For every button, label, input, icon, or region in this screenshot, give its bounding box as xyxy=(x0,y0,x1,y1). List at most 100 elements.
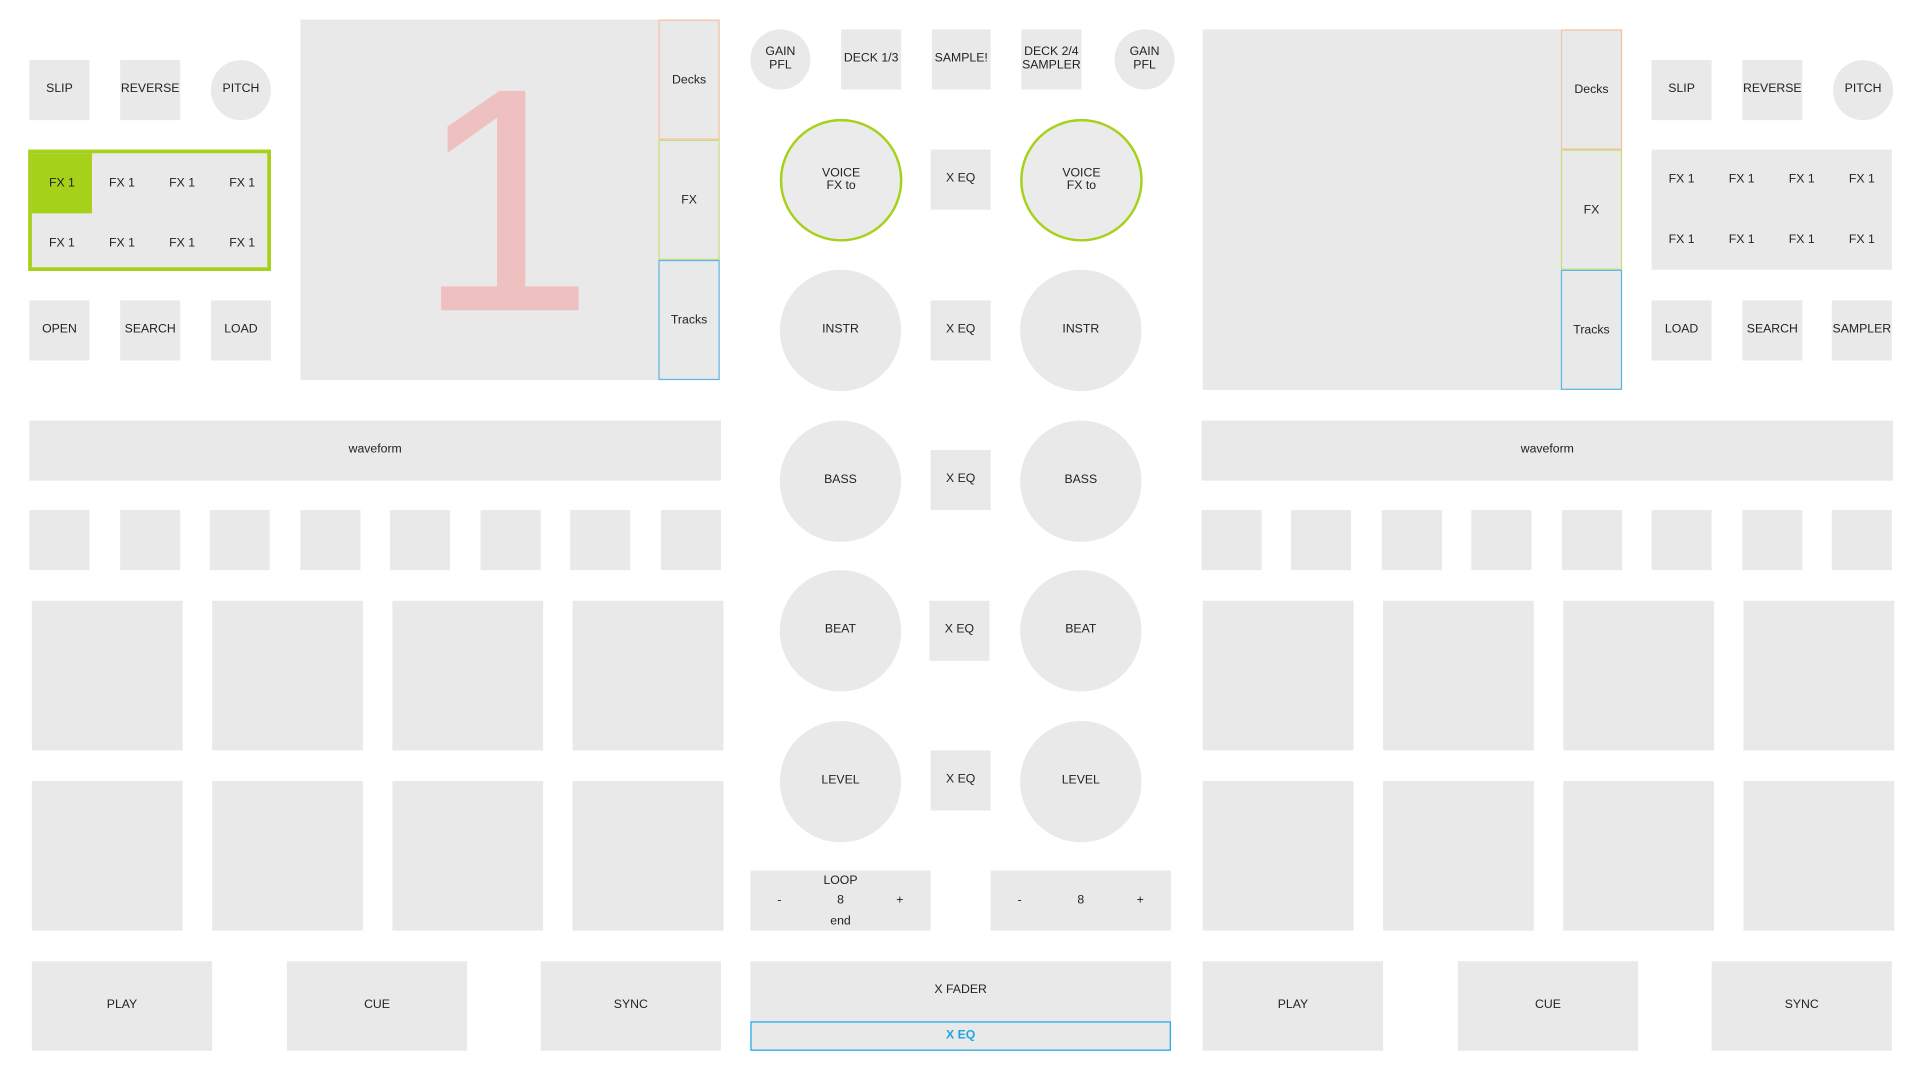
hotcue-button[interactable] xyxy=(570,510,631,571)
voice-fx-knob-left[interactable]: VOICE FX to xyxy=(779,118,903,242)
tab-decks-right[interactable]: Decks xyxy=(1560,29,1623,150)
performance-pad[interactable] xyxy=(392,781,544,931)
hotcue-button[interactable] xyxy=(1831,510,1892,571)
tab-tracks-right[interactable]: Tracks xyxy=(1560,269,1623,390)
waveform-right[interactable]: waveform xyxy=(1201,420,1894,481)
fx-button[interactable]: FX 1 xyxy=(92,153,152,213)
performance-pad[interactable] xyxy=(1383,600,1534,751)
voice-fx-knob-right[interactable]: VOICE FX to xyxy=(1020,118,1143,242)
fx-button[interactable]: FX 1 xyxy=(32,213,92,273)
loop-end-button[interactable]: end xyxy=(750,915,930,928)
x-eq-button[interactable]: X EQ xyxy=(930,149,991,210)
waveform-left[interactable]: waveform xyxy=(29,420,721,481)
hotcue-button[interactable] xyxy=(1742,510,1803,571)
fx-button[interactable]: FX 1 xyxy=(1712,210,1772,270)
reverse-button-right[interactable]: REVERSE xyxy=(1742,60,1803,121)
performance-pad[interactable] xyxy=(1202,600,1354,751)
fx-button[interactable]: FX 1 xyxy=(1652,150,1712,210)
performance-pad[interactable] xyxy=(1383,781,1534,931)
tab-fx-right[interactable]: FX xyxy=(1560,149,1623,270)
hotcue-button[interactable] xyxy=(1562,510,1623,571)
fx-button[interactable]: FX 1 xyxy=(212,153,272,213)
performance-pad[interactable] xyxy=(31,600,183,751)
sync-button-left[interactable]: SYNC xyxy=(540,961,721,1051)
fx-button[interactable]: FX 1 xyxy=(212,213,272,273)
tab-tracks-left[interactable]: Tracks xyxy=(658,259,720,381)
cue-button-right[interactable]: CUE xyxy=(1457,961,1639,1051)
fx-button[interactable]: FX 1 xyxy=(1712,150,1772,210)
x-eq-button[interactable]: X EQ xyxy=(930,449,991,511)
instr-knob-left[interactable]: INSTR xyxy=(779,269,902,392)
fx-button[interactable]: FX 1 xyxy=(92,213,152,273)
performance-pad[interactable] xyxy=(1743,600,1895,751)
loop-plus-button[interactable]: + xyxy=(896,894,903,907)
loop-plus-button[interactable]: + xyxy=(1137,894,1144,907)
fx-button[interactable]: FX 1 xyxy=(152,213,212,273)
hotcue-button[interactable] xyxy=(29,510,90,571)
slip-button-left[interactable]: SLIP xyxy=(29,60,90,121)
crossfader[interactable]: X FADER xyxy=(750,961,1171,1022)
pitch-knob-left[interactable]: PITCH xyxy=(210,60,271,121)
deck-1-3-button[interactable]: DECK 1/3 xyxy=(841,29,902,90)
hotcue-button[interactable] xyxy=(1201,510,1262,571)
performance-pad[interactable] xyxy=(212,600,363,751)
gain-pfl-knob-right[interactable]: GAIN PFL xyxy=(1114,29,1175,90)
slip-button-right[interactable]: SLIP xyxy=(1651,60,1712,121)
instr-knob-right[interactable]: INSTR xyxy=(1020,269,1142,392)
hotcue-button[interactable] xyxy=(1291,510,1352,571)
hotcue-button[interactable] xyxy=(1651,510,1712,571)
bass-knob-right[interactable]: BASS xyxy=(1020,420,1142,542)
tab-decks-left[interactable]: Decks xyxy=(658,19,720,140)
performance-pad[interactable] xyxy=(1743,781,1895,931)
gain-pfl-knob-left[interactable]: GAIN PFL xyxy=(750,29,811,90)
bass-knob-left[interactable]: BASS xyxy=(779,420,902,542)
cue-button-left[interactable]: CUE xyxy=(286,961,468,1051)
performance-pad[interactable] xyxy=(572,600,724,751)
hotcue-button[interactable] xyxy=(1471,510,1532,571)
performance-pad[interactable] xyxy=(1202,781,1354,931)
level-knob-right[interactable]: LEVEL xyxy=(1020,720,1142,843)
x-eq-toggle[interactable]: X EQ xyxy=(750,1021,1171,1051)
performance-pad[interactable] xyxy=(1563,600,1715,751)
beat-knob-left[interactable]: BEAT xyxy=(779,570,902,692)
hotcue-button[interactable] xyxy=(480,510,541,571)
fx-button[interactable]: FX 1 xyxy=(1772,210,1832,270)
fx-button[interactable]: FX 1 xyxy=(1832,210,1892,270)
play-button-right[interactable]: PLAY xyxy=(1202,961,1384,1051)
hotcue-button[interactable] xyxy=(209,510,270,571)
x-eq-button[interactable]: X EQ xyxy=(930,300,991,361)
reverse-button-left[interactable]: REVERSE xyxy=(120,60,181,121)
performance-pad[interactable] xyxy=(1563,781,1715,931)
tab-fx-left[interactable]: FX xyxy=(658,139,720,260)
open-button-left[interactable]: OPEN xyxy=(29,300,90,361)
sampler-button[interactable]: SAMPLER xyxy=(1831,300,1892,361)
performance-pad[interactable] xyxy=(212,781,363,931)
performance-pad[interactable] xyxy=(572,781,724,931)
x-eq-button[interactable]: X EQ xyxy=(930,750,991,811)
fx-button[interactable]: FX 1 xyxy=(1832,150,1892,210)
performance-pad[interactable] xyxy=(392,600,544,751)
deck-2-4-sampler-button[interactable]: DECK 2/4 SAMPLER xyxy=(1021,29,1082,90)
hotcue-button[interactable] xyxy=(660,510,721,571)
search-button-left[interactable]: SEARCH xyxy=(120,300,181,361)
hotcue-button[interactable] xyxy=(120,510,181,571)
x-eq-button[interactable]: X EQ xyxy=(929,600,990,661)
level-knob-left[interactable]: LEVEL xyxy=(779,720,902,843)
dj-controller-layout: SLIP REVERSE PITCH FX 1 FX 1 FX 1 FX 1 F… xyxy=(0,0,1920,1079)
load-button-left[interactable]: LOAD xyxy=(210,300,271,361)
performance-pad[interactable] xyxy=(31,781,183,931)
hotcue-button[interactable] xyxy=(1381,510,1442,571)
fx-button[interactable]: FX 1 xyxy=(31,153,92,214)
search-button-right[interactable]: SEARCH xyxy=(1742,300,1803,361)
fx-button[interactable]: FX 1 xyxy=(1772,150,1832,210)
sample-button[interactable]: SAMPLE! xyxy=(931,29,991,90)
beat-knob-right[interactable]: BEAT xyxy=(1020,570,1142,692)
hotcue-button[interactable] xyxy=(389,510,450,571)
hotcue-button[interactable] xyxy=(300,510,361,571)
sync-button-right[interactable]: SYNC xyxy=(1711,961,1892,1051)
fx-button[interactable]: FX 1 xyxy=(1652,210,1712,270)
play-button-left[interactable]: PLAY xyxy=(31,961,213,1051)
pitch-knob-right[interactable]: PITCH xyxy=(1833,60,1894,121)
load-button-right[interactable]: LOAD xyxy=(1651,300,1712,361)
fx-button[interactable]: FX 1 xyxy=(152,153,212,213)
